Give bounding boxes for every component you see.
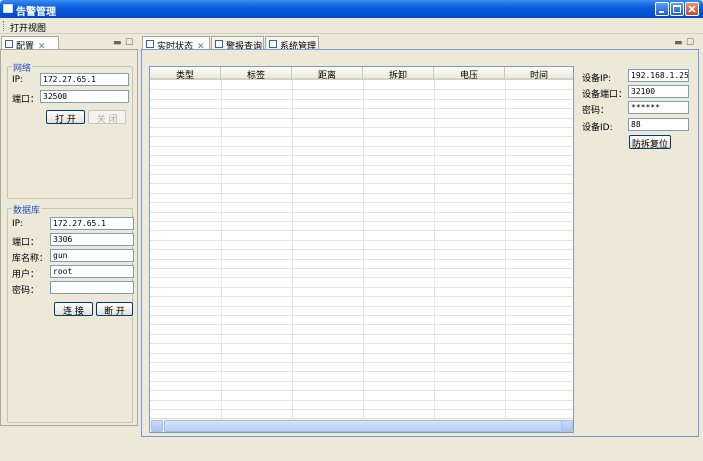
column-header-distance[interactable]: 距离: [292, 67, 363, 81]
tamper-reset-button[interactable]: 防拆复位: [629, 135, 671, 150]
horizontal-scrollbar[interactable]: [150, 418, 573, 432]
device-port-field[interactable]: 32100: [628, 85, 689, 98]
view-icon: [215, 40, 223, 48]
scrollbar-thumb[interactable]: [164, 420, 562, 432]
db-ip-field[interactable]: 172.27.65.1: [50, 217, 134, 230]
column-header-type[interactable]: 类型: [150, 67, 221, 81]
db-name-label: 库名称：: [12, 254, 49, 264]
db-port-label: 端口：: [12, 238, 40, 248]
db-password-label: 密码：: [12, 286, 40, 296]
status-table[interactable]: 类型 标签 距离 拆卸 电压 时间: [149, 66, 574, 433]
maximize-view-icon[interactable]: ☐: [686, 38, 694, 48]
db-port-field[interactable]: 3306: [50, 233, 134, 246]
menu-bar: 打开视图: [0, 18, 703, 34]
app-icon: [3, 4, 13, 13]
scroll-left-icon[interactable]: [151, 420, 163, 432]
db-user-label: 用户：: [12, 270, 40, 280]
minimize-button[interactable]: [655, 2, 669, 16]
connect-button[interactable]: 连 接: [54, 302, 93, 317]
db-user-field[interactable]: root: [50, 265, 134, 278]
view-icon: [5, 40, 13, 48]
device-port-label: 设备端口：: [582, 90, 628, 100]
status-bar: [0, 438, 703, 461]
column-header-voltage[interactable]: 电压: [434, 67, 505, 81]
device-password-label: 密码：: [582, 106, 610, 116]
config-panel: 网络 IP: 172.27.65.1 端口： 32500 打 开 关 闭 数据库…: [0, 49, 138, 426]
minimize-icon: [659, 11, 664, 13]
column-header-disassembly[interactable]: 拆卸: [363, 67, 434, 81]
table-header: 类型 标签 距离 拆卸 电压 时间: [150, 67, 573, 81]
window-title: 告警管理: [16, 7, 56, 18]
network-ip-field[interactable]: 172.27.65.1: [40, 73, 129, 86]
minimize-view-icon[interactable]: ▬: [674, 38, 683, 48]
close-button[interactable]: [685, 2, 699, 16]
menubar-grip: [3, 21, 5, 31]
device-id-label: 设备ID:: [582, 123, 613, 133]
open-button[interactable]: 打 开: [46, 110, 85, 125]
maximize-view-icon[interactable]: ☐: [125, 38, 133, 48]
database-group-title: 数据库: [12, 203, 42, 216]
menu-open-view[interactable]: 打开视图: [10, 21, 46, 34]
column-header-time[interactable]: 时间: [505, 67, 573, 81]
table-grid: [150, 80, 573, 418]
scroll-right-icon[interactable]: [561, 420, 573, 432]
minimize-view-icon[interactable]: ▬: [113, 38, 122, 48]
db-ip-label: IP:: [12, 219, 24, 229]
network-group-title: 网络: [12, 61, 33, 74]
maximize-button[interactable]: [670, 2, 684, 16]
column-header-tag[interactable]: 标签: [221, 67, 292, 81]
device-ip-label: 设备IP:: [582, 74, 612, 84]
db-password-field[interactable]: [50, 281, 134, 294]
network-ip-label: IP:: [12, 75, 24, 85]
view-icon: [146, 40, 154, 48]
device-password-field[interactable]: ******: [628, 101, 689, 114]
title-bar: 告警管理: [0, 0, 703, 18]
network-port-field[interactable]: 32500: [40, 90, 129, 103]
database-group: 数据库 IP: 172.27.65.1 端口： 3306 库名称： gun 用户…: [7, 203, 134, 423]
maximize-icon: [673, 5, 681, 13]
close-connection-button[interactable]: 关 闭: [88, 110, 126, 125]
disconnect-button[interactable]: 断 开: [96, 302, 133, 317]
network-group: 网络 IP: 172.27.65.1 端口： 32500 打 开 关 闭: [7, 61, 133, 199]
realtime-status-panel: 类型 标签 距离 拆卸 电压 时间 设备IP: 192.168.1.254 设备…: [141, 49, 699, 437]
close-icon: [688, 5, 696, 13]
view-icon: [269, 40, 277, 48]
device-id-field[interactable]: 88: [628, 118, 689, 131]
device-ip-field[interactable]: 192.168.1.254: [628, 69, 689, 82]
network-port-label: 端口：: [12, 95, 40, 105]
db-name-field[interactable]: gun: [50, 249, 134, 262]
